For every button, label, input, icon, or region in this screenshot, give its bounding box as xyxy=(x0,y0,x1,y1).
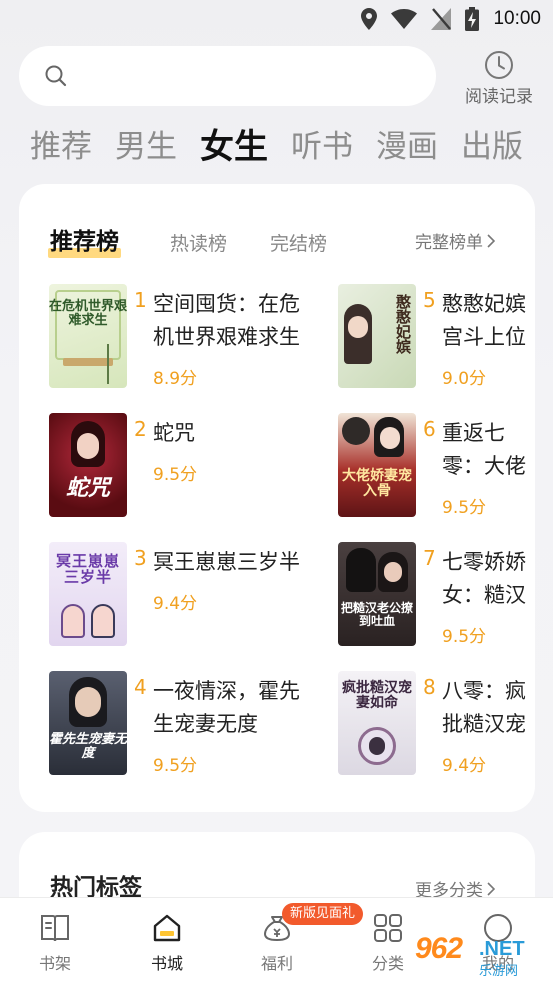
status-time: 10:00 xyxy=(493,8,541,29)
rank-number: 8 xyxy=(423,675,436,699)
rank-number: 7 xyxy=(423,546,436,570)
book-score: 9.5分 xyxy=(442,627,487,647)
rank-number: 1 xyxy=(134,288,147,312)
tab-male[interactable]: 男生 xyxy=(115,122,177,172)
book-item[interactable]: 蛇咒 2 蛇咒 9.5分 xyxy=(49,413,309,517)
battery-charging-icon xyxy=(465,7,480,31)
status-bar: 10:00 xyxy=(0,0,553,40)
tab-recommended-ranking-label: 推荐榜 xyxy=(50,229,119,255)
cover-title: 疯批糙汉宠妻如命 xyxy=(342,680,412,711)
welfare-badge: 新版见面礼 xyxy=(282,903,364,925)
reading-history-label: 阅读记录 xyxy=(465,87,533,107)
book-item[interactable]: 冥王崽崽三岁半 3 冥王崽崽三岁半 9.4分 xyxy=(49,542,309,646)
book-cover: 大佬娇妻宠入骨 xyxy=(338,413,416,517)
tab-recommended-ranking[interactable]: 推荐榜 xyxy=(48,224,121,260)
location-icon xyxy=(361,8,378,30)
tab-hot-ranking[interactable]: 热读榜 xyxy=(170,226,227,262)
cover-title: 把糙汉老公撩到吐血 xyxy=(340,601,413,628)
search-input[interactable] xyxy=(19,46,436,106)
book-item[interactable]: 憨憨妃嫔 5 憨憨妃嫔宫斗上位记 9.0分 xyxy=(338,284,535,389)
ranking-card: 推荐榜 热读榜 完结榜 完整榜单 在危机世界艰难求生 1 空间囤货：在危机世界艰… xyxy=(19,184,535,812)
nav-bookstore-label: 书城 xyxy=(150,954,183,973)
book-score: 8.9分 xyxy=(153,369,198,389)
tab-female[interactable]: 女生 xyxy=(200,122,268,172)
chevron-right-icon xyxy=(487,881,495,896)
watermark-logo: 962 .NET 乐游网 xyxy=(415,930,550,980)
book-title: 重返七零：大佬娇妻宠入骨 xyxy=(442,421,526,478)
book-score: 9.4分 xyxy=(442,756,487,776)
book-title: 蛇咒 xyxy=(153,421,195,445)
cover-title: 在危机世界艰难求生 xyxy=(49,299,127,328)
rank-number: 3 xyxy=(134,546,147,570)
full-list-label: 完整榜单 xyxy=(415,233,483,253)
book-item[interactable]: 大佬娇妻宠入骨 6 重返七零：大佬娇妻宠入骨 9.5分 xyxy=(338,413,535,518)
rank-number: 6 xyxy=(423,417,436,441)
full-list-link[interactable]: 完整榜单 xyxy=(415,228,495,253)
cover-title: 霍先生宠妻无度 xyxy=(49,732,127,761)
watermark-number: 962 xyxy=(415,932,463,965)
tab-publishing[interactable]: 出版 xyxy=(461,122,523,172)
book-title: 憨憨妃嫔宫斗上位记 xyxy=(442,292,526,349)
book-cover: 霍先生宠妻无度 xyxy=(49,671,127,775)
book-cover: 蛇咒 xyxy=(49,413,127,517)
book-title: 冥王崽崽三岁半 xyxy=(153,550,300,574)
nav-bookshelf[interactable]: 书架 xyxy=(15,912,95,974)
wifi-icon xyxy=(391,9,418,29)
nav-bookshelf-label: 书架 xyxy=(38,954,71,973)
rank-number: 5 xyxy=(423,288,436,312)
clock-icon xyxy=(485,51,513,79)
nav-bookstore[interactable]: 书城 xyxy=(127,912,207,974)
chevron-right-icon xyxy=(487,233,495,248)
book-item[interactable]: 把糙汉老公撩到吐血 7 七零娇娇女：糙汉老公撩到吐血 9.5分 xyxy=(338,542,535,647)
book-item[interactable]: 在危机世界艰难求生 1 空间囤货：在危机世界艰难求生 8.9分 xyxy=(49,284,309,389)
book-title: 七零娇娇女：糙汉老公撩到吐血 xyxy=(442,550,526,607)
book-title: 一夜情深，霍先生宠妻无度 xyxy=(153,679,300,736)
category-icon xyxy=(374,914,402,942)
book-cover: 把糙汉老公撩到吐血 xyxy=(338,542,416,646)
nav-welfare-label: 福利 xyxy=(260,954,293,973)
tab-completed-ranking[interactable]: 完结榜 xyxy=(270,226,327,262)
cover-title: 冥王崽崽三岁半 xyxy=(55,552,120,586)
tab-recommend[interactable]: 推荐 xyxy=(30,122,92,172)
book-cover: 疯批糙汉宠妻如命 xyxy=(338,671,416,775)
rank-number: 2 xyxy=(134,417,147,441)
book-cover: 在危机世界艰难求生 xyxy=(49,284,127,388)
tab-comics[interactable]: 漫画 xyxy=(376,122,438,172)
channel-tabs: 推荐 男生 女生 听书 漫画 出版 xyxy=(30,122,546,172)
book-title: 八零：疯批糙汉宠妻如命 xyxy=(442,679,526,736)
book-score: 9.5分 xyxy=(153,465,198,485)
cover-title: 憨憨妃嫔 xyxy=(394,294,412,354)
book-score: 9.0分 xyxy=(442,369,487,389)
rank-number: 4 xyxy=(134,675,147,699)
book-score: 9.5分 xyxy=(442,498,487,518)
reading-history-button[interactable]: 阅读记录 xyxy=(456,50,542,107)
no-signal-icon xyxy=(431,8,452,30)
cover-title: 大佬娇妻宠入骨 xyxy=(342,468,412,499)
search-icon xyxy=(45,65,67,87)
watermark-net: .NET xyxy=(479,938,525,960)
tab-audiobook[interactable]: 听书 xyxy=(291,122,353,172)
book-item[interactable]: 疯批糙汉宠妻如命 8 八零：疯批糙汉宠妻如命 9.4分 xyxy=(338,671,535,776)
book-cover: 冥王崽崽三岁半 xyxy=(49,542,127,646)
book-item[interactable]: 霍先生宠妻无度 4 一夜情深，霍先生宠妻无度 9.5分 xyxy=(49,671,309,776)
watermark-sub: 乐游网 xyxy=(479,964,519,979)
bookstore-icon xyxy=(153,914,181,942)
book-score: 9.4分 xyxy=(153,594,198,614)
bookshelf-icon xyxy=(41,915,69,942)
book-cover: 憨憨妃嫔 xyxy=(338,284,416,388)
book-title: 空间囤货：在危机世界艰难求生 xyxy=(153,292,300,349)
cover-title: 蛇咒 xyxy=(65,476,110,501)
book-score: 9.5分 xyxy=(153,756,198,776)
